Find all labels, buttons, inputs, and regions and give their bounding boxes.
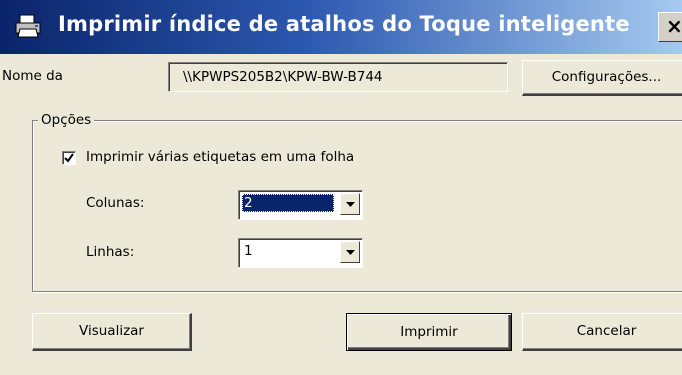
- options-group-label: Opções: [38, 112, 95, 128]
- printer-icon: [14, 13, 42, 39]
- print-button[interactable]: Imprimir: [346, 313, 512, 351]
- printer-name-label: Nome da: [2, 68, 63, 84]
- settings-button[interactable]: Configurações...: [522, 60, 682, 96]
- columns-select[interactable]: 2: [238, 190, 363, 220]
- chevron-down-icon: [346, 202, 355, 207]
- title-bar[interactable]: Imprimir índice de atalhos do Toque inte…: [0, 0, 682, 54]
- multi-label-checkbox[interactable]: [62, 151, 76, 165]
- cancel-button[interactable]: Cancelar: [522, 313, 682, 351]
- preview-button[interactable]: Visualizar: [32, 313, 192, 351]
- rows-select-value: 1: [244, 243, 253, 259]
- rows-select[interactable]: 1: [238, 238, 363, 268]
- rows-label: Linhas:: [86, 244, 135, 260]
- columns-dropdown-button[interactable]: [340, 193, 360, 215]
- window-title: Imprimir índice de atalhos do Toque inte…: [58, 12, 630, 36]
- print-dialog: Imprimir índice de atalhos do Toque inte…: [0, 0, 682, 375]
- multi-label-checkbox-label[interactable]: Imprimir várias etiquetas em uma folha: [86, 149, 354, 165]
- columns-label: Colunas:: [86, 195, 145, 211]
- checkmark-icon: [64, 153, 74, 163]
- close-button[interactable]: ×: [658, 12, 682, 42]
- columns-select-value: 2: [242, 194, 334, 212]
- rows-dropdown-button[interactable]: [340, 241, 360, 263]
- chevron-down-icon: [346, 250, 355, 255]
- printer-path-field: \\KPWPS205B2\KPW-BW-B744: [168, 62, 508, 92]
